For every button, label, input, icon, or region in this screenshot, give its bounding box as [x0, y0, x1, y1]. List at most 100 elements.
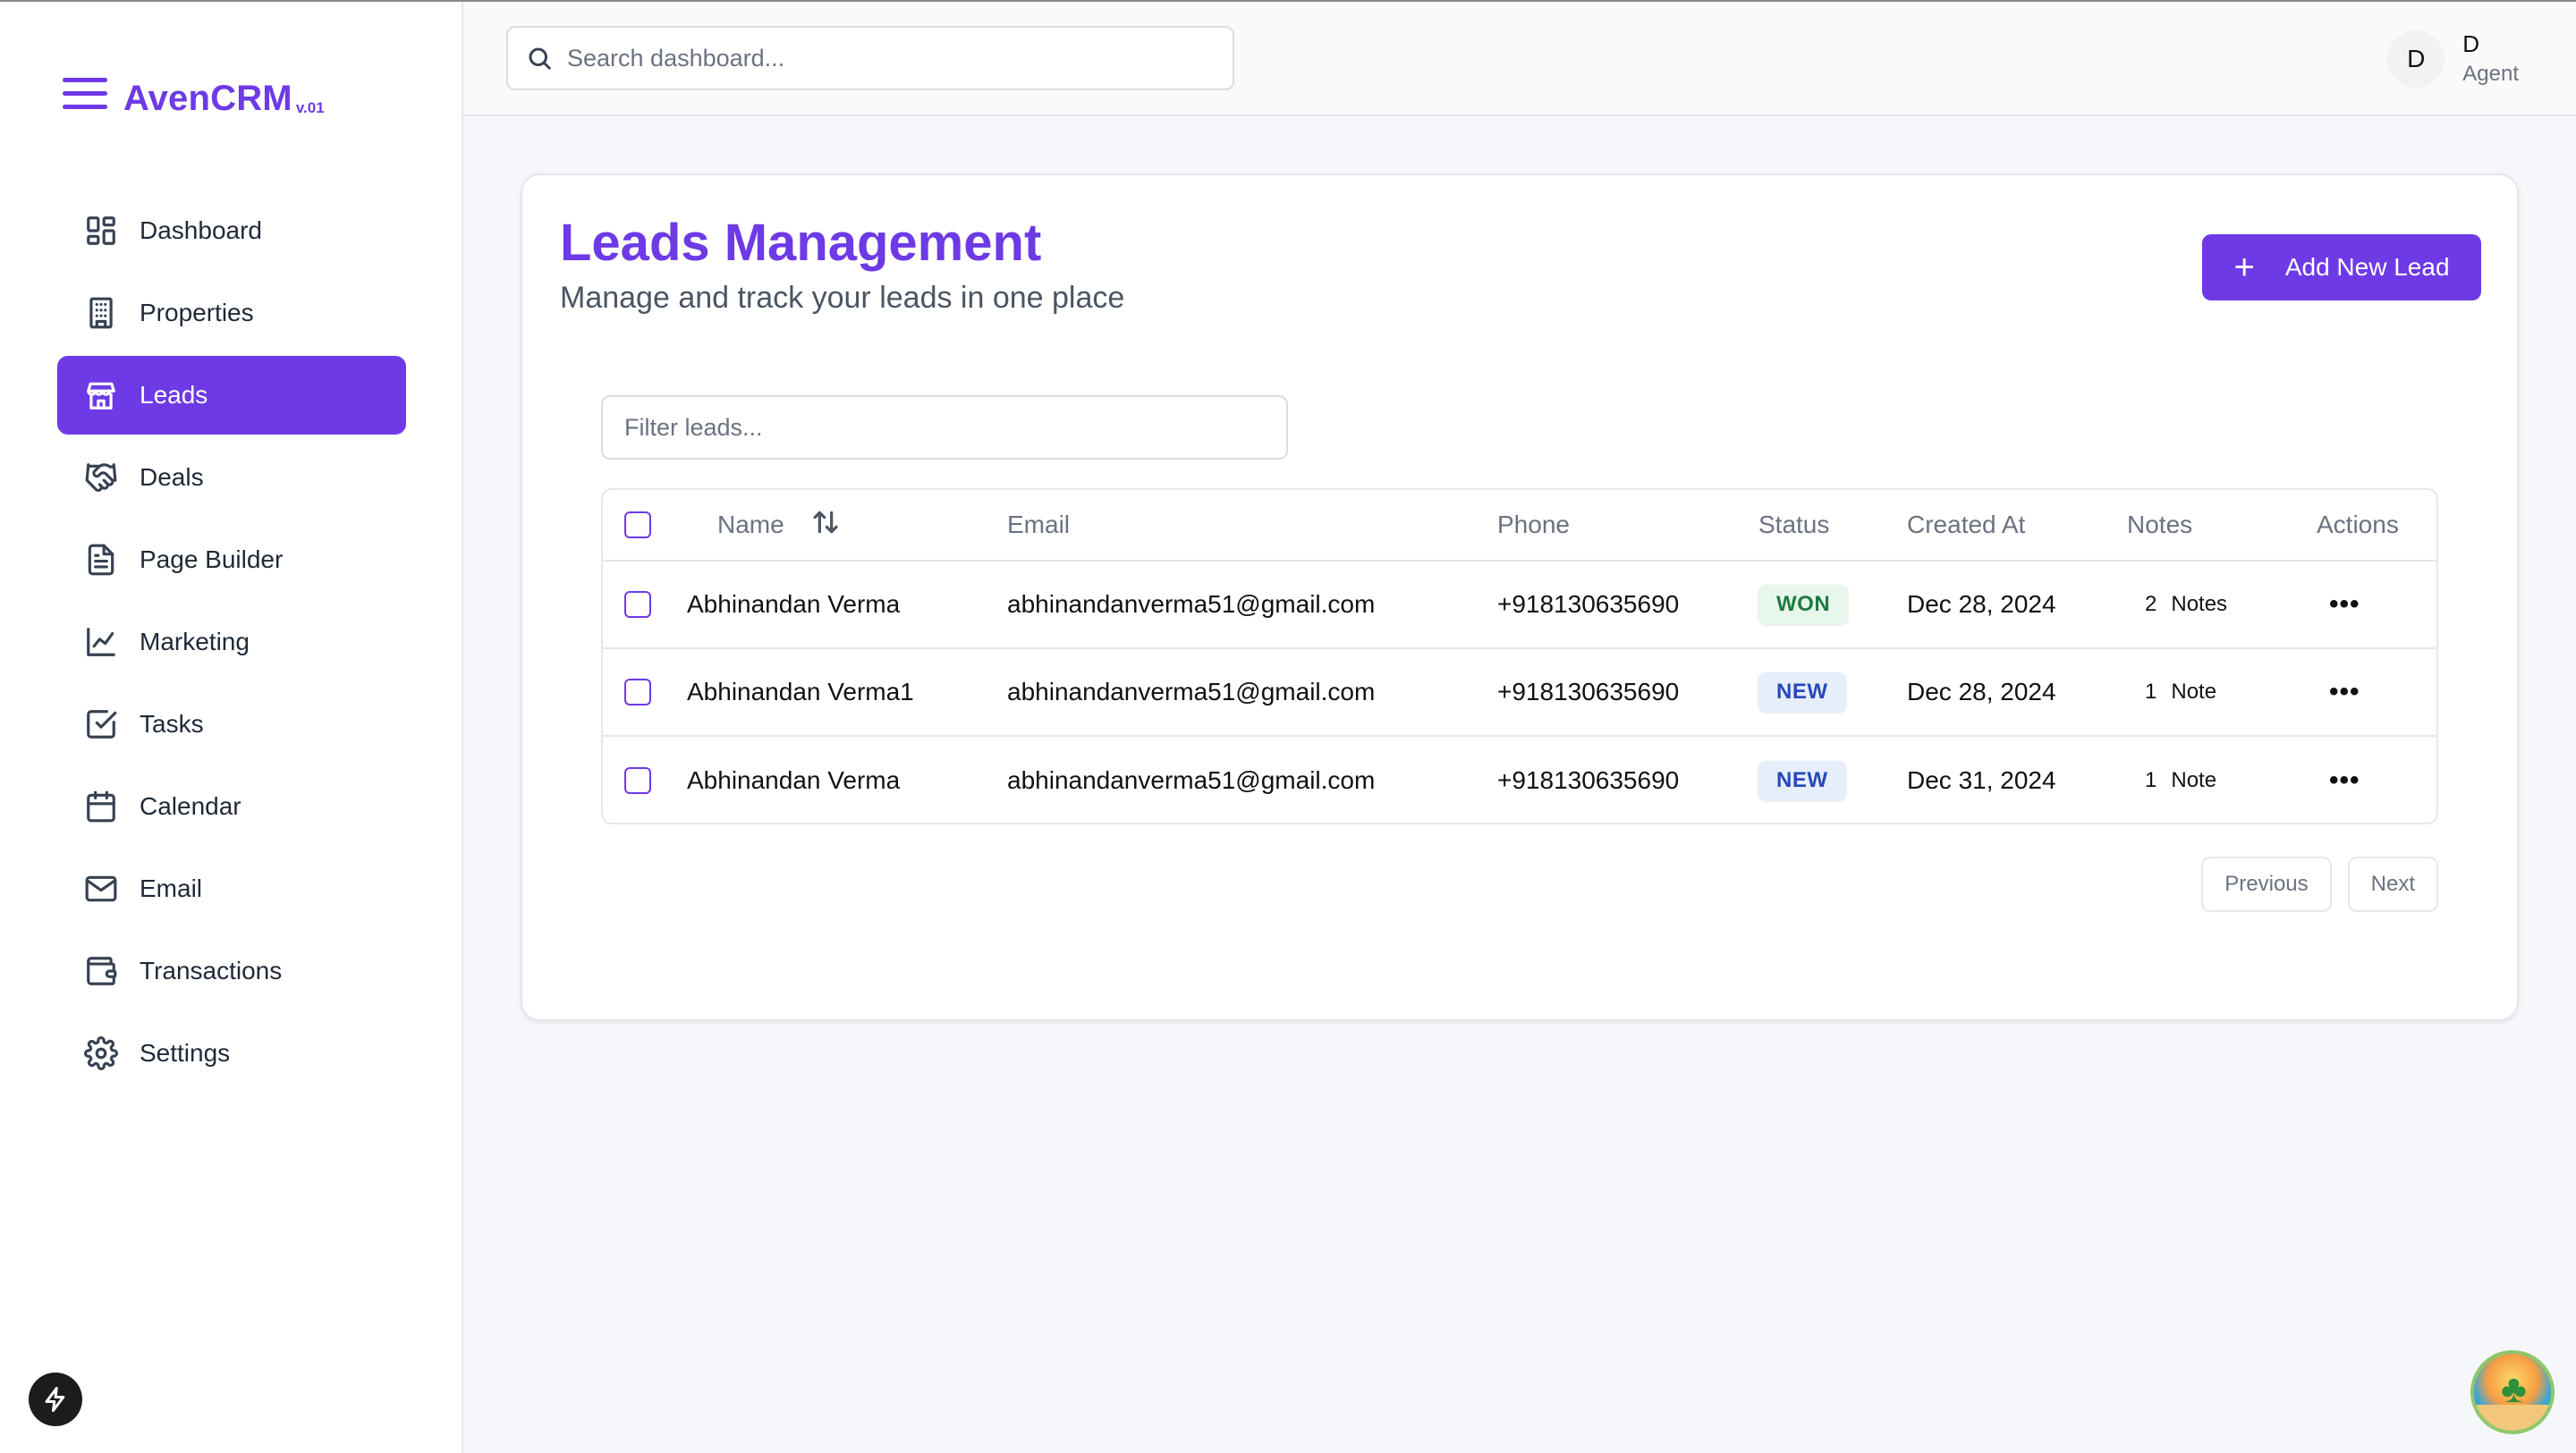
- row-select-cell: [624, 649, 651, 735]
- sidebar-item-label: Transactions: [140, 957, 283, 984]
- row-select-cell: [624, 737, 651, 823]
- notes-count: 1: [2145, 768, 2157, 792]
- sidebar-item-marketing[interactable]: Marketing: [57, 603, 406, 681]
- sidebar-item-label: Email: [140, 874, 203, 902]
- table-header-row: Name Email Phone Status Created At Notes…: [603, 490, 2436, 562]
- column-header-notes: Notes: [2127, 511, 2193, 538]
- file-icon: [84, 543, 118, 577]
- sidebar-item-label: Dashboard: [140, 216, 262, 244]
- lead-name: Abhinandan Verma: [687, 590, 901, 618]
- sidebar-item-settings[interactable]: Settings: [57, 1014, 406, 1093]
- sidebar-item-calendar[interactable]: Calendar: [57, 767, 406, 846]
- lead-email: abhinandanverma51@gmail.com: [1007, 766, 1376, 794]
- sidebar-item-page-builder[interactable]: Page Builder: [57, 520, 406, 599]
- lead-created-at: Dec 28, 2024: [1907, 678, 2056, 705]
- previous-button[interactable]: Previous: [2201, 857, 2332, 912]
- store-icon: [84, 378, 118, 412]
- sidebar: AvenCRM v.01 Dashboard Properties Leads …: [0, 2, 463, 1453]
- topbar: D D Agent: [463, 2, 2576, 116]
- search-bar[interactable]: [506, 26, 1234, 90]
- chart-line-icon: [84, 625, 118, 659]
- avatar[interactable]: D: [2387, 30, 2445, 88]
- notes-link[interactable]: 1 Note: [2145, 737, 2216, 823]
- sidebar-item-transactions[interactable]: Transactions: [57, 932, 406, 1010]
- filter-field[interactable]: [601, 395, 1288, 460]
- lead-email: abhinandanverma51@gmail.com: [1007, 590, 1376, 618]
- sidebar-item-label: Deals: [140, 463, 204, 491]
- notes-label: Notes: [2171, 592, 2228, 616]
- calendar-icon: [84, 790, 118, 824]
- row-checkbox[interactable]: [624, 767, 651, 794]
- sidebar-item-email[interactable]: Email: [57, 849, 406, 928]
- more-actions-icon[interactable]: •••: [2329, 589, 2360, 620]
- lightning-bolt-icon[interactable]: [29, 1373, 82, 1426]
- sort-icon[interactable]: [811, 508, 840, 543]
- notes-link[interactable]: 1 Note: [2145, 649, 2216, 735]
- row-actions-cell: •••: [2329, 649, 2360, 735]
- sidebar-item-deals[interactable]: Deals: [57, 438, 406, 517]
- beach-avatar-icon[interactable]: ♣: [2470, 1350, 2555, 1434]
- brand-version: v.01: [295, 99, 325, 116]
- status-cell: NEW: [1758, 737, 1846, 823]
- palm-tree-icon: ♣: [2501, 1367, 2527, 1411]
- status-cell: WON: [1758, 562, 1849, 647]
- sidebar-item-dashboard[interactable]: Dashboard: [57, 191, 406, 270]
- next-button[interactable]: Next: [2347, 857, 2438, 912]
- notes-count: 1: [2145, 680, 2157, 704]
- column-header-actions: Actions: [2317, 511, 2399, 538]
- user-name: D: [2462, 30, 2480, 57]
- leads-card: Leads Management Manage and track your l…: [521, 173, 2519, 1021]
- column-label: Name: [717, 511, 784, 538]
- filter-input[interactable]: [624, 413, 1250, 442]
- check-square-icon: [84, 707, 118, 741]
- table-row[interactable]: Abhinandan Verma abhinandanverma51@gmail…: [603, 562, 2436, 649]
- column-header-email: Email: [1007, 511, 1071, 538]
- sidebar-item-label: Settings: [140, 1039, 231, 1067]
- row-checkbox[interactable]: [624, 679, 651, 705]
- lead-created-at: Dec 31, 2024: [1907, 766, 2056, 794]
- lead-name: Abhinandan Verma: [687, 766, 901, 794]
- sidebar-item-label: Marketing: [140, 628, 250, 655]
- lead-email: abhinandanverma51@gmail.com: [1007, 678, 1376, 705]
- add-new-lead-button[interactable]: + Add New Lead: [2202, 234, 2481, 300]
- lead-phone: +918130635690: [1497, 590, 1680, 618]
- row-checkbox[interactable]: [624, 591, 651, 618]
- table-row[interactable]: Abhinandan Verma1 abhinandanverma51@gmai…: [603, 649, 2436, 737]
- column-header-phone: Phone: [1497, 511, 1570, 538]
- select-all-checkbox[interactable]: [624, 511, 651, 538]
- notes-label: Note: [2171, 680, 2217, 704]
- menu-icon[interactable]: [63, 78, 107, 114]
- sidebar-item-leads[interactable]: Leads: [57, 356, 406, 435]
- more-actions-icon[interactable]: •••: [2329, 765, 2360, 796]
- select-all-cell: [624, 490, 651, 560]
- sidebar-item-label: Page Builder: [140, 545, 284, 573]
- page-subtitle: Manage and track your leads in one place: [560, 281, 1125, 315]
- more-actions-icon[interactable]: •••: [2329, 677, 2360, 707]
- leads-table: Name Email Phone Status Created At Notes…: [601, 488, 2438, 824]
- lead-phone: +918130635690: [1497, 678, 1680, 705]
- column-header-status: Status: [1758, 511, 1830, 538]
- wallet-icon: [84, 954, 118, 988]
- sidebar-item-tasks[interactable]: Tasks: [57, 685, 406, 764]
- brand: AvenCRM v.01: [63, 78, 325, 119]
- search-input[interactable]: [567, 44, 1193, 72]
- status-cell: NEW: [1758, 649, 1846, 735]
- column-header-created-at: Created At: [1907, 511, 2026, 538]
- handshake-icon: [84, 460, 118, 494]
- sidebar-item-label: Properties: [140, 299, 254, 326]
- notes-count: 2: [2145, 592, 2157, 616]
- pagination: Previous Next: [2185, 857, 2438, 912]
- sidebar-item-properties[interactable]: Properties: [57, 274, 406, 352]
- sidebar-item-label: Leads: [140, 381, 208, 409]
- sidebar-item-label: Calendar: [140, 792, 242, 820]
- lead-phone: +918130635690: [1497, 766, 1680, 794]
- page-title: Leads Management: [560, 214, 1042, 272]
- gear-icon: [84, 1036, 118, 1070]
- user-menu[interactable]: D D Agent: [2387, 29, 2519, 89]
- status-badge: NEW: [1758, 761, 1846, 800]
- search-icon: [529, 47, 551, 70]
- user-role: Agent: [2462, 62, 2519, 86]
- column-header-name[interactable]: Name: [717, 490, 840, 560]
- notes-link[interactable]: 2 Notes: [2145, 562, 2227, 647]
- table-row[interactable]: Abhinandan Verma abhinandanverma51@gmail…: [603, 737, 2436, 823]
